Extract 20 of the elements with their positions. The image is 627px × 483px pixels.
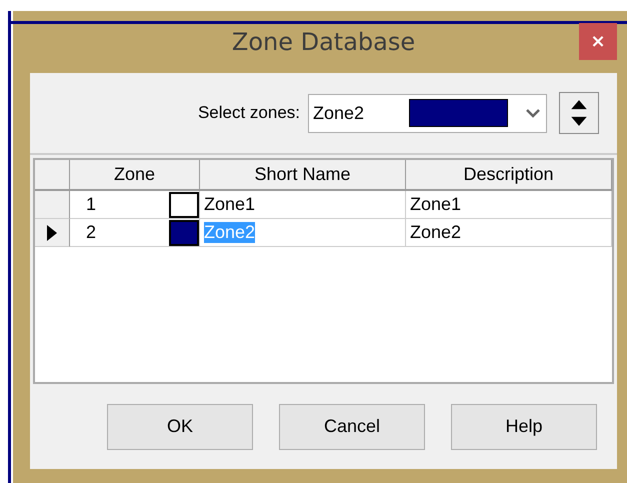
table-cell: 1	[86, 194, 96, 215]
column-header[interactable]: Short Name	[200, 160, 406, 191]
window-title: Zone Database	[232, 28, 416, 56]
chevron-down-icon	[526, 108, 540, 118]
table-cell: Zone1	[410, 194, 462, 215]
column-header[interactable]: Zone	[70, 160, 200, 191]
row-pointer-icon	[47, 224, 57, 240]
spin-buttons[interactable]	[559, 92, 599, 134]
column-header[interactable]: Description	[406, 160, 612, 191]
close-button[interactable]: ×	[579, 23, 617, 60]
dialog-button[interactable]: Help	[451, 404, 597, 450]
dialog-button[interactable]: OK	[107, 404, 253, 450]
select-zones-label: Select zones:	[198, 103, 300, 123]
table-cell: Zone2	[204, 222, 256, 243]
table-cell: Zone2	[410, 222, 462, 243]
table-cell: 2	[86, 222, 96, 243]
row-indicator[interactable]	[35, 219, 70, 247]
dialog-button[interactable]: Cancel	[279, 404, 425, 450]
zone-dropdown[interactable]: Zone2	[308, 94, 547, 132]
table-cell: Zone1	[204, 194, 256, 215]
